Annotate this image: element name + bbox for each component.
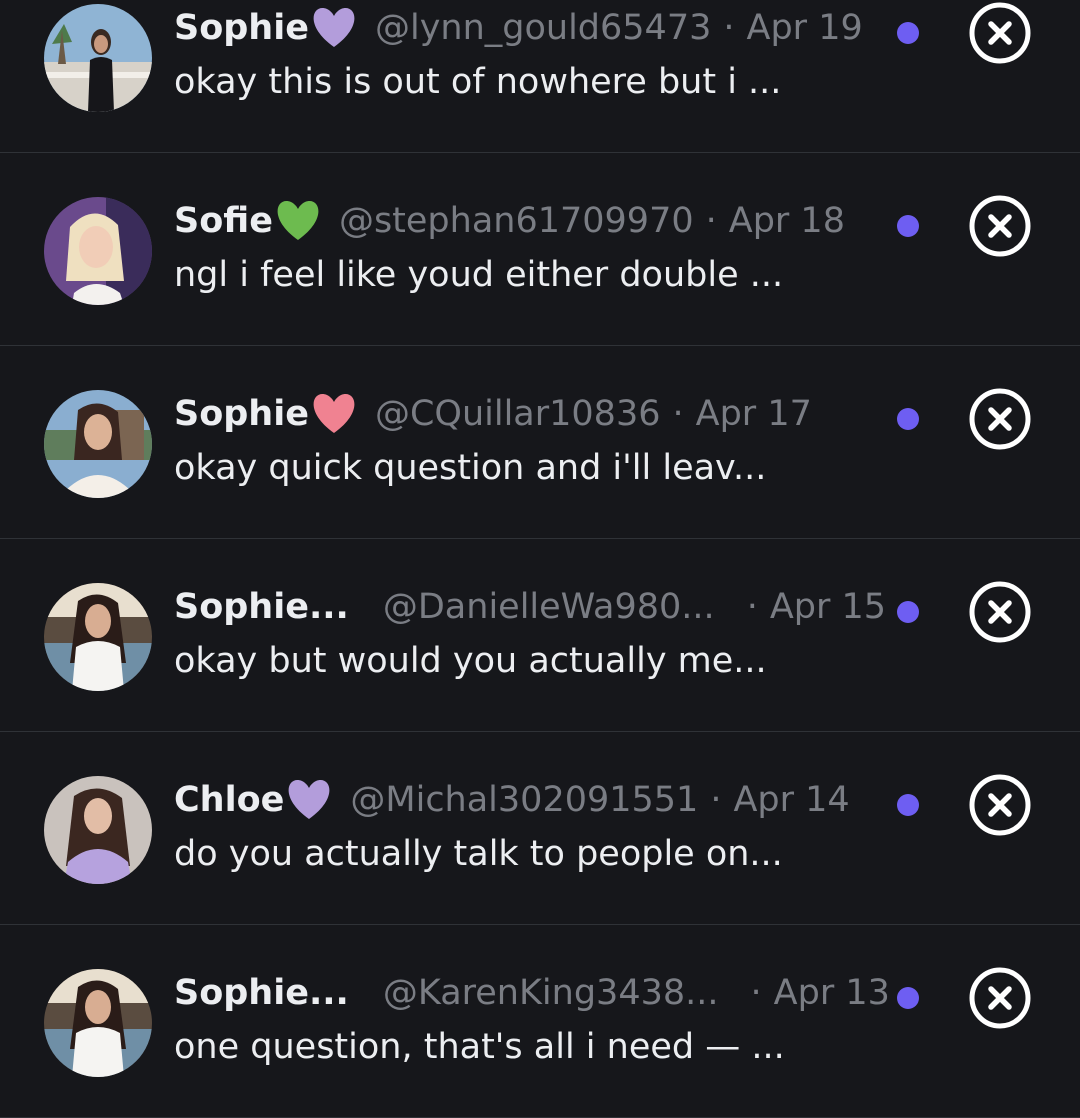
close-circle-icon <box>969 967 1031 1029</box>
avatar[interactable] <box>44 4 152 112</box>
unread-indicator <box>897 601 919 623</box>
timestamp: Apr 14 <box>733 780 850 820</box>
unread-indicator <box>897 987 919 1009</box>
message-preview: okay quick question and i'll leav... <box>174 448 767 488</box>
conversation-header: Chloe @Michal302091551 · Apr 14 <box>174 777 850 823</box>
username-handle: @CQuillar10836 <box>374 394 661 434</box>
separator: · <box>723 8 735 48</box>
timestamp: Apr 18 <box>728 201 845 241</box>
unread-indicator <box>897 408 919 430</box>
dismiss-button[interactable] <box>968 580 1032 644</box>
purple-heart-icon <box>284 777 336 823</box>
conversation-row[interactable]: Sophie @CQuillar10836 · Apr 17 okay quic… <box>0 346 1080 539</box>
separator: · <box>710 780 722 820</box>
close-circle-icon <box>969 195 1031 257</box>
conversation-row[interactable]: Sofie @stephan61709970 · Apr 18 ngl i fe… <box>0 153 1080 346</box>
dismiss-button[interactable] <box>968 387 1032 451</box>
timestamp: Apr 15 <box>769 587 887 627</box>
username-handle: @Michal302091551 <box>350 780 699 820</box>
message-preview: one question, that's all i need — ... <box>174 1027 785 1067</box>
timestamp: Apr 13 <box>773 973 890 1013</box>
username-handle: @stephan61709970 <box>338 201 694 241</box>
conversation-header: Sophie... @KarenKing3438... · Apr 13 <box>174 970 890 1016</box>
separator: · <box>746 587 758 627</box>
avatar[interactable] <box>44 969 152 1077</box>
display-name: Chloe <box>174 780 285 820</box>
display-name: Sophie... <box>174 973 349 1013</box>
dismiss-button[interactable] <box>968 1 1032 65</box>
conversation-row[interactable]: Sophie @lynn_gould65473 · Apr 19 okay th… <box>0 0 1080 153</box>
close-circle-icon <box>969 388 1031 450</box>
avatar[interactable] <box>44 197 152 305</box>
dismiss-button[interactable] <box>968 773 1032 837</box>
conversation-header: Sofie @stephan61709970 · Apr 18 <box>174 198 845 244</box>
username-handle: @lynn_gould65473 <box>374 8 712 48</box>
message-preview: ngl i feel like youd either double ... <box>174 255 784 295</box>
conversation-row[interactable]: Chloe @Michal302091551 · Apr 14 do you a… <box>0 732 1080 925</box>
username-handle: @DanielleWa980... <box>382 587 715 627</box>
conversation-header: Sophie @lynn_gould65473 · Apr 19 <box>174 5 863 51</box>
avatar[interactable] <box>44 390 152 498</box>
conversation-header: Sophie @CQuillar10836 · Apr 17 <box>174 391 812 437</box>
separator: · <box>750 973 762 1013</box>
separator: · <box>705 201 717 241</box>
unread-indicator <box>897 794 919 816</box>
message-preview: do you actually talk to people on... <box>174 834 783 874</box>
unread-indicator <box>897 215 919 237</box>
conversation-header: Sophie... @DanielleWa980... · Apr 15 <box>174 584 886 630</box>
display-name: Sophie... <box>174 587 349 627</box>
green-heart-icon <box>273 198 325 244</box>
timestamp: Apr 17 <box>695 394 812 434</box>
dismiss-button[interactable] <box>968 966 1032 1030</box>
message-preview: okay but would you actually me... <box>174 641 767 681</box>
purple-heart-icon <box>309 5 361 51</box>
dismiss-button[interactable] <box>968 194 1032 258</box>
avatar[interactable] <box>44 776 152 884</box>
close-circle-icon <box>969 774 1031 836</box>
conversation-row[interactable]: Sophie... @DanielleWa980... · Apr 15 oka… <box>0 539 1080 732</box>
conversation-list: Sophie @lynn_gould65473 · Apr 19 okay th… <box>0 0 1080 1118</box>
username-handle: @KarenKing3438... <box>382 973 719 1013</box>
display-name: Sophie <box>174 8 309 48</box>
display-name: Sofie <box>174 201 273 241</box>
display-name: Sophie <box>174 394 309 434</box>
conversation-row[interactable]: Sophie... @KarenKing3438... · Apr 13 one… <box>0 925 1080 1118</box>
close-circle-icon <box>969 2 1031 64</box>
close-circle-icon <box>969 581 1031 643</box>
separator: · <box>672 394 684 434</box>
avatar[interactable] <box>44 583 152 691</box>
message-preview: okay this is out of nowhere but i ... <box>174 62 782 102</box>
pink-heart-icon <box>309 391 361 437</box>
timestamp: Apr 19 <box>746 8 863 48</box>
unread-indicator <box>897 22 919 44</box>
